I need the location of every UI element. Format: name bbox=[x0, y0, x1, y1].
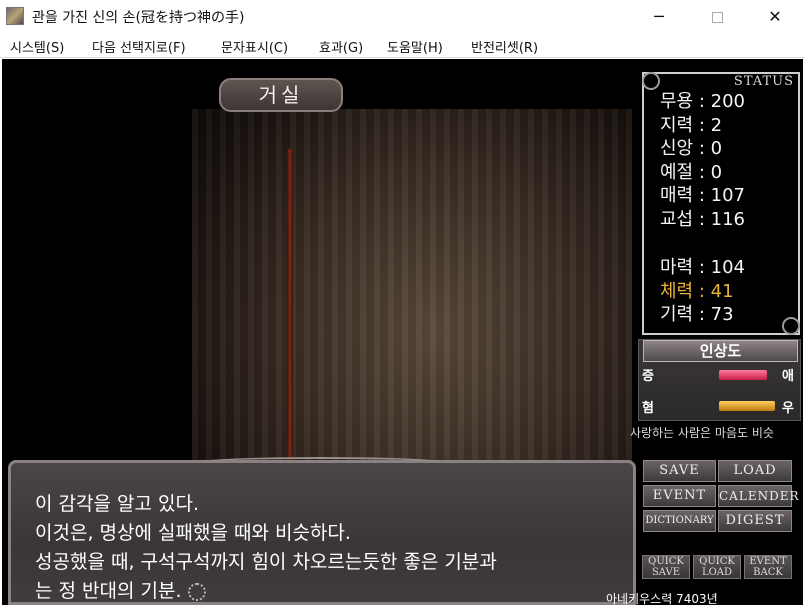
maximize-icon bbox=[711, 12, 723, 23]
affinity-caption: 사랑하는 사람은 마음도 비슷 bbox=[630, 426, 774, 440]
affinity-friend-label: 우 bbox=[782, 401, 794, 416]
minimize-button[interactable]: ─ bbox=[636, 0, 682, 34]
menu-text-display[interactable]: 문자표시(C) bbox=[221, 37, 288, 56]
app-icon bbox=[6, 7, 24, 25]
affinity-dislike-label: 혐 bbox=[642, 401, 654, 416]
menu-system[interactable]: 시스템(S) bbox=[10, 37, 64, 56]
save-button[interactable]: SAVE bbox=[643, 460, 716, 482]
quick-save-label-1: QUICK bbox=[648, 556, 684, 567]
calender-button[interactable]: CALENDER bbox=[718, 485, 799, 507]
dialog-box[interactable]: 이 감각을 알고 있다. 이것은, 명상에 실패했을 때와 비슷하다. 성공했을… bbox=[8, 457, 636, 605]
stat-martial: 무용 : 200 bbox=[660, 91, 745, 112]
dialog-line-text: 는 정 반대의 기분. bbox=[35, 580, 182, 602]
stat-faith: 신앙 : 0 bbox=[660, 138, 723, 159]
dialog-line: 이 감각을 알고 있다. bbox=[35, 493, 199, 515]
dialog-line: 는 정 반대의 기분. bbox=[35, 576, 206, 603]
dictionary-button[interactable]: DICTIONARY bbox=[643, 510, 716, 532]
affinity-love-bar bbox=[719, 370, 767, 380]
menu-next-choice[interactable]: 다음 선택지로(F) bbox=[92, 37, 186, 56]
title-bar: 관을 가진 신의 손(冠を持つ神の手) ─ ✕ bbox=[0, 0, 805, 34]
stat-spirit: 기력 : 73 bbox=[660, 304, 734, 325]
affinity-love-label: 애 bbox=[782, 369, 794, 384]
event-button[interactable]: EVENT bbox=[643, 485, 716, 507]
calendar-date: 아네키우스력 7403년 bbox=[606, 592, 718, 605]
location-label: 거실 bbox=[219, 78, 343, 112]
stat-charm: 매력 : 107 bbox=[660, 185, 745, 206]
text-wait-icon bbox=[187, 582, 206, 601]
quick-load-label-1: QUICK bbox=[699, 556, 735, 567]
digest-button[interactable]: DIGEST bbox=[718, 510, 792, 532]
game-screen[interactable]: 거실 STATUS 무용 : 200 지력 : 2 신앙 : 0 예절 : 0 … bbox=[2, 59, 803, 605]
quick-load-button[interactable]: QUICK LOAD bbox=[693, 555, 741, 579]
menu-effect[interactable]: 효과(G) bbox=[319, 37, 363, 56]
stat-magic: 마력 : 104 bbox=[660, 257, 745, 278]
menu-reverse-reset[interactable]: 반전리셋(R) bbox=[471, 37, 538, 56]
quick-save-label-2: SAVE bbox=[651, 567, 681, 578]
stat-negotiation: 교섭 : 116 bbox=[660, 209, 745, 230]
event-back-button[interactable]: EVENT BACK bbox=[744, 555, 792, 579]
maximize-button[interactable] bbox=[694, 0, 740, 34]
quick-load-label-2: LOAD bbox=[701, 567, 733, 578]
dialog-line: 이것은, 명상에 실패했을 때와 비슷하다. bbox=[35, 522, 351, 544]
quick-save-button[interactable]: QUICK SAVE bbox=[642, 555, 690, 579]
ornament-icon bbox=[642, 72, 660, 90]
affinity-title: 인상도 bbox=[643, 340, 798, 362]
bed-post bbox=[287, 149, 293, 509]
dialog-line: 성공했을 때, 구석구석까지 힘이 차오르는듯한 좋은 기분과 bbox=[35, 551, 497, 573]
dialog-ornament bbox=[201, 457, 441, 467]
affinity-friend-bar bbox=[719, 401, 775, 411]
close-button[interactable]: ✕ bbox=[752, 0, 798, 34]
window-title: 관을 가진 신의 손(冠を持つ神の手) bbox=[32, 10, 245, 26]
event-back-label-1: EVENT bbox=[749, 556, 787, 567]
load-button[interactable]: LOAD bbox=[718, 460, 792, 482]
status-panel: STATUS 무용 : 200 지력 : 2 신앙 : 0 예절 : 0 매력 … bbox=[642, 72, 800, 335]
affinity-hate-label: 증 bbox=[642, 369, 654, 384]
menu-bar: 시스템(S) 다음 선택지로(F) 문자표시(C) 효과(G) 도움말(H) 반… bbox=[0, 34, 805, 58]
event-back-label-2: BACK bbox=[753, 567, 783, 578]
menu-help[interactable]: 도움말(H) bbox=[387, 37, 443, 56]
ornament-icon bbox=[782, 317, 800, 335]
affinity-panel: 인상도 증 애 혐 우 bbox=[638, 339, 801, 421]
